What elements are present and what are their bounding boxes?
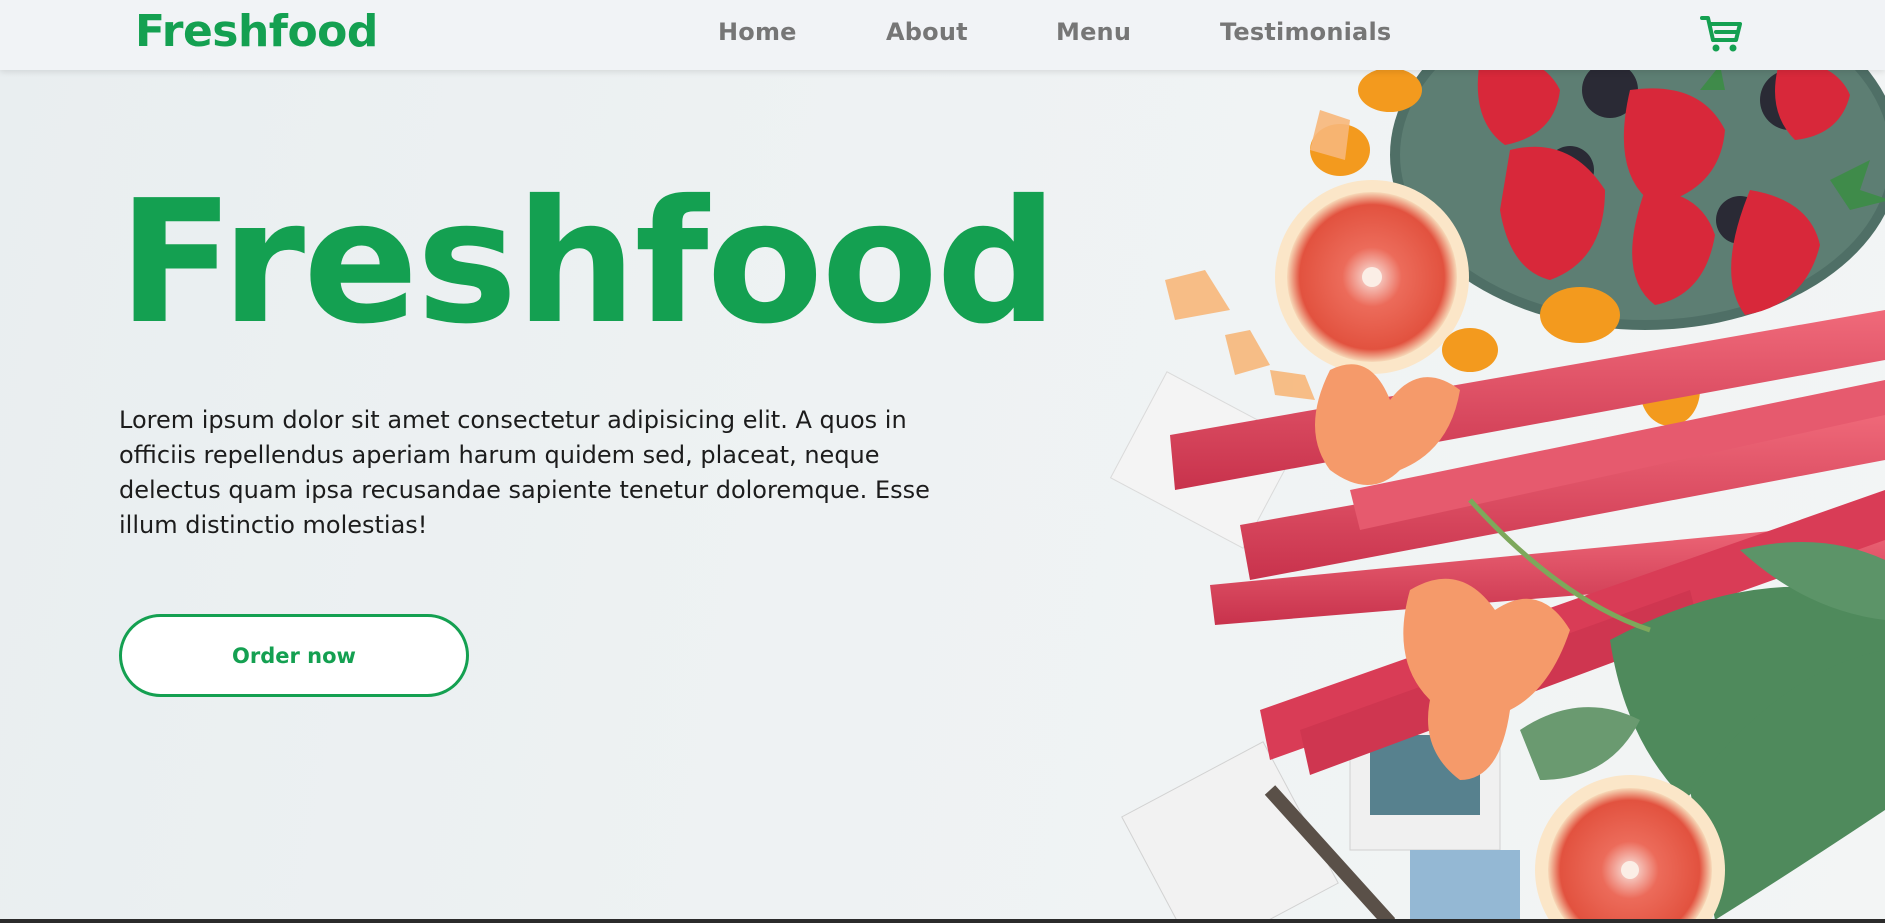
nav-item-about[interactable]: About	[886, 18, 968, 46]
hero-title: Freshfood	[118, 164, 1058, 362]
nav-item-testimonials[interactable]: Testimonials	[1220, 18, 1391, 46]
bottom-border	[0, 919, 1885, 923]
shopping-cart-icon[interactable]	[1700, 14, 1744, 54]
order-now-button[interactable]: Order now	[119, 614, 469, 697]
hero-produce-image	[1090, 70, 1885, 923]
nav-item-home[interactable]: Home	[718, 18, 797, 46]
nav-item-menu[interactable]: Menu	[1056, 18, 1131, 46]
logo[interactable]: Freshfood	[135, 6, 378, 57]
page: Freshfood Home About Menu Testimonials F…	[0, 0, 1885, 923]
header: Freshfood Home About Menu Testimonials	[0, 0, 1885, 70]
hero-description: Lorem ipsum dolor sit amet consectetur a…	[119, 406, 930, 539]
